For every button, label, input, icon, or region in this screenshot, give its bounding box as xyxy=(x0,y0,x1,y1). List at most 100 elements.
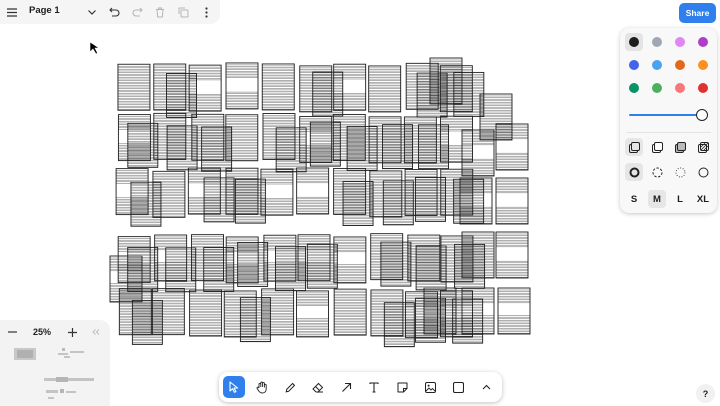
drawn-rectangle[interactable] xyxy=(154,234,188,282)
drawn-shapes[interactable] xyxy=(109,57,531,348)
opacity-slider-thumb[interactable] xyxy=(696,109,708,121)
drawn-rectangle[interactable] xyxy=(461,231,495,279)
drawn-rectangle[interactable] xyxy=(166,125,198,171)
drawn-rectangle[interactable] xyxy=(127,246,159,292)
color-swatch[interactable] xyxy=(694,56,712,74)
drawn-rectangle[interactable] xyxy=(495,177,529,225)
drawn-rectangle[interactable] xyxy=(275,127,307,173)
drawn-rectangle[interactable] xyxy=(497,287,531,335)
drawn-rectangle[interactable] xyxy=(117,63,151,111)
select-icon[interactable] xyxy=(223,376,245,398)
color-swatch[interactable] xyxy=(671,33,689,51)
zoom-level[interactable]: 25% xyxy=(33,327,51,337)
size-option-xl[interactable]: XL xyxy=(694,190,712,208)
drawn-rectangle[interactable] xyxy=(459,177,493,225)
undo-icon[interactable] xyxy=(107,5,121,19)
drawn-rectangle[interactable] xyxy=(368,116,402,164)
redo-icon[interactable] xyxy=(130,5,144,19)
drawn-rectangle[interactable] xyxy=(297,234,331,282)
drawn-rectangle[interactable] xyxy=(333,288,367,336)
color-swatch[interactable] xyxy=(671,56,689,74)
drawn-rectangle[interactable] xyxy=(189,289,223,337)
image-icon[interactable] xyxy=(419,376,441,398)
drawn-rectangle[interactable] xyxy=(299,65,333,113)
color-swatch[interactable] xyxy=(625,33,643,51)
drawn-rectangle[interactable] xyxy=(225,62,259,110)
color-swatch[interactable] xyxy=(648,79,666,97)
drawn-rectangle[interactable] xyxy=(495,231,529,279)
arrow-icon[interactable] xyxy=(335,376,357,398)
drawn-rectangle[interactable] xyxy=(306,243,338,289)
drawn-rectangle[interactable] xyxy=(201,126,233,172)
color-swatch[interactable] xyxy=(648,33,666,51)
drawn-rectangle[interactable] xyxy=(261,288,295,336)
drawn-rectangle[interactable] xyxy=(383,302,415,348)
drawn-rectangle[interactable] xyxy=(495,123,529,171)
drawn-rectangle[interactable] xyxy=(423,287,457,335)
drawn-rectangle[interactable] xyxy=(152,170,186,218)
color-swatch[interactable] xyxy=(648,56,666,74)
drawn-rectangle[interactable] xyxy=(153,112,187,160)
eraser-icon[interactable] xyxy=(307,376,329,398)
text-icon[interactable] xyxy=(363,376,385,398)
minimap[interactable] xyxy=(0,342,110,406)
size-option-m[interactable]: M xyxy=(648,190,666,208)
color-swatch[interactable] xyxy=(694,33,712,51)
more-tools-icon[interactable] xyxy=(475,376,497,398)
drawn-rectangle[interactable] xyxy=(225,114,259,162)
more-options-icon[interactable] xyxy=(199,5,213,19)
drawn-rectangle[interactable] xyxy=(225,236,259,284)
drawn-rectangle[interactable] xyxy=(370,289,404,337)
draw-icon[interactable] xyxy=(279,376,301,398)
page-name[interactable]: Page 1 xyxy=(29,5,60,16)
zoom-out-icon[interactable] xyxy=(6,326,18,338)
share-button[interactable]: Share xyxy=(679,3,716,23)
dash-draw-icon[interactable] xyxy=(625,163,643,181)
drawn-rectangle[interactable] xyxy=(262,113,296,160)
trash-icon[interactable] xyxy=(153,5,167,19)
fill-pattern-icon[interactable] xyxy=(694,138,712,156)
collapse-minimap-icon[interactable] xyxy=(90,326,102,338)
drawn-rectangle[interactable] xyxy=(332,113,366,161)
fill-solid-icon[interactable] xyxy=(671,138,689,156)
drawn-rectangle[interactable] xyxy=(261,63,295,111)
drawn-rectangle[interactable] xyxy=(461,287,495,335)
dash-dotted-icon[interactable] xyxy=(671,163,689,181)
opacity-slider[interactable] xyxy=(629,109,709,121)
rectangle-icon[interactable] xyxy=(447,376,469,398)
help-button[interactable]: ? xyxy=(696,384,715,403)
fill-none-icon[interactable] xyxy=(625,138,643,156)
hand-icon[interactable] xyxy=(251,376,273,398)
drawn-rectangle[interactable] xyxy=(333,236,367,284)
size-option-s[interactable]: S xyxy=(625,190,643,208)
note-icon[interactable] xyxy=(391,376,413,398)
color-swatch[interactable] xyxy=(625,79,643,97)
drawn-rectangle[interactable] xyxy=(429,57,463,105)
chevron-down-icon[interactable] xyxy=(86,6,98,18)
drawn-rectangle[interactable] xyxy=(333,63,367,111)
fill-semi-icon[interactable] xyxy=(648,138,666,156)
drawn-rectangle[interactable] xyxy=(117,114,151,162)
drawn-rectangle[interactable] xyxy=(115,168,149,216)
drawn-rectangle[interactable] xyxy=(296,167,330,215)
drawn-rectangle[interactable] xyxy=(151,288,185,336)
dash-dashed-icon[interactable] xyxy=(648,163,666,181)
drawn-rectangle[interactable] xyxy=(131,299,163,345)
drawn-rectangle[interactable] xyxy=(109,255,143,303)
drawn-rectangle[interactable] xyxy=(403,116,437,164)
duplicate-icon[interactable] xyxy=(176,5,190,19)
drawn-rectangle[interactable] xyxy=(342,181,374,226)
hamburger-menu-icon[interactable] xyxy=(6,6,18,18)
drawn-rectangle[interactable] xyxy=(153,63,187,111)
drawn-rectangle[interactable] xyxy=(118,288,152,336)
drawn-rectangle[interactable] xyxy=(440,115,473,163)
size-option-l[interactable]: L xyxy=(671,190,689,208)
drawn-rectangle[interactable] xyxy=(407,234,441,282)
color-swatch[interactable] xyxy=(694,79,712,97)
color-swatch[interactable] xyxy=(625,56,643,74)
color-swatch[interactable] xyxy=(671,79,689,97)
drawn-rectangle[interactable] xyxy=(296,290,329,338)
drawn-rectangle[interactable] xyxy=(368,65,402,113)
dash-solid-icon[interactable] xyxy=(694,163,712,181)
zoom-in-icon[interactable] xyxy=(66,326,78,338)
